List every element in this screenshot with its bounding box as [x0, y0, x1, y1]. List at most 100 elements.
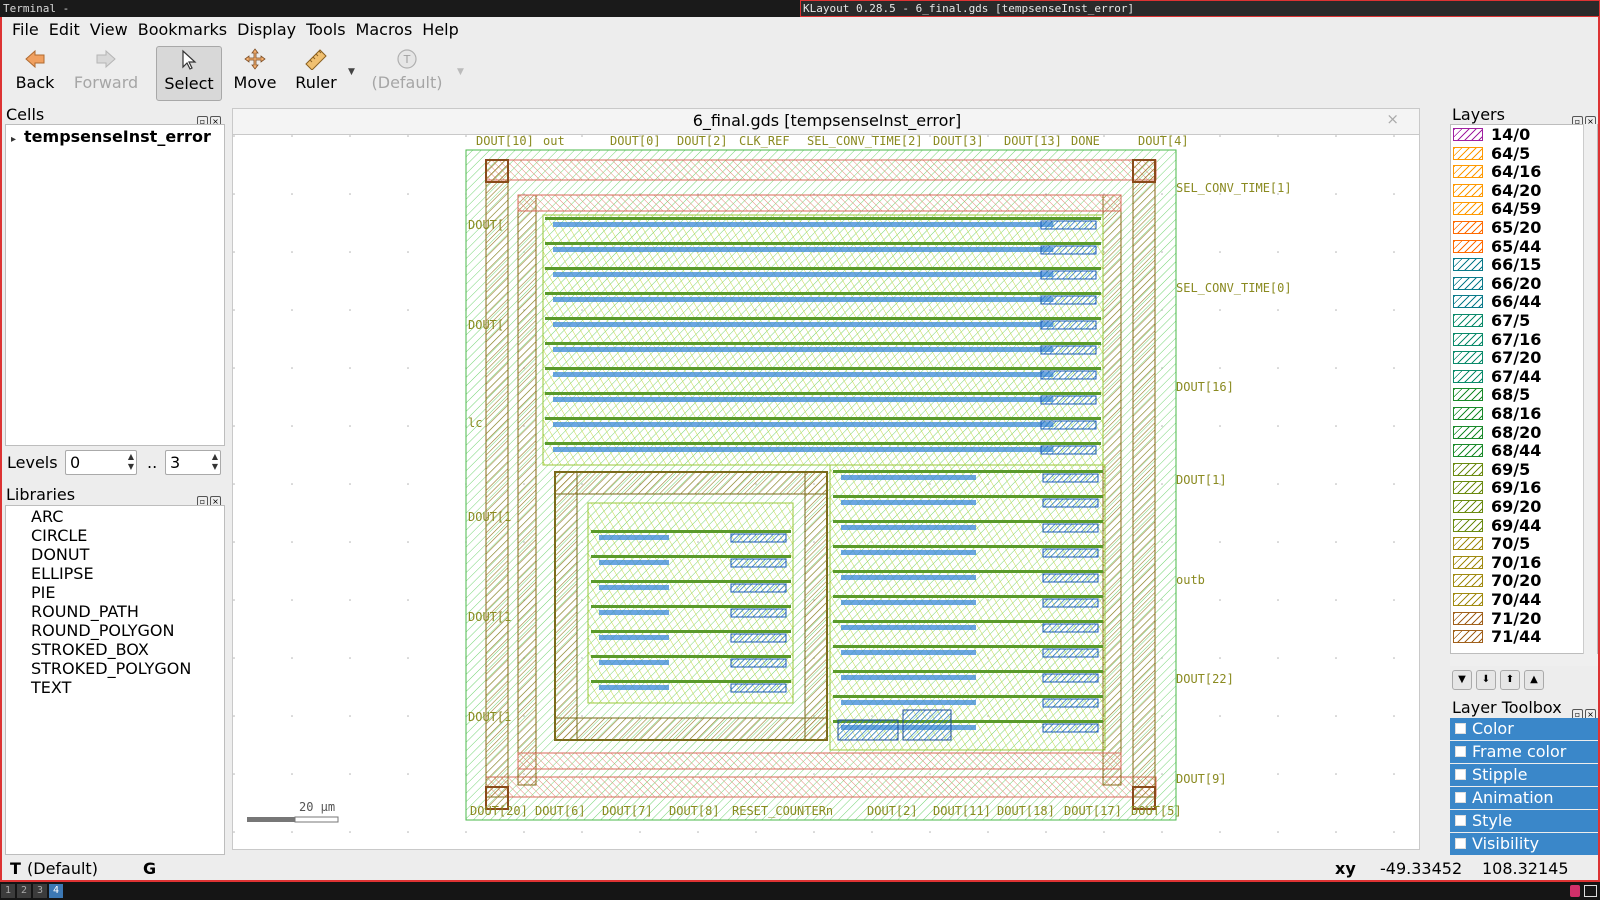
layer-swatch-icon[interactable]	[1453, 332, 1483, 346]
cells-panel-dock-controls[interactable]: ▫ ×	[197, 109, 223, 127]
layer-swatch-icon[interactable]	[1453, 555, 1483, 569]
layer-swatch-icon[interactable]	[1453, 221, 1483, 234]
levels-from-spinbox[interactable]: 0 ▲ ▼	[65, 450, 137, 475]
layer-row[interactable]: 65/20	[1451, 218, 1581, 237]
layer-swatch-icon[interactable]	[1453, 388, 1483, 402]
library-item[interactable]: DONUT	[31, 545, 89, 564]
layer-row[interactable]: 64/20	[1451, 181, 1581, 200]
toolbox-style[interactable]: Style	[1450, 810, 1598, 832]
library-item[interactable]: ARC	[31, 507, 63, 526]
move-top-icon[interactable]: ▲	[1524, 670, 1544, 690]
library-item[interactable]: ROUND_PATH	[31, 602, 139, 621]
layer-row[interactable]: 68/20	[1451, 423, 1581, 442]
menu-tools[interactable]: Tools	[304, 17, 351, 42]
layer-swatch-icon[interactable]	[1453, 258, 1483, 272]
layer-swatch-icon[interactable]	[1453, 295, 1483, 309]
layer-swatch-icon[interactable]	[1453, 202, 1483, 216]
workspace-button[interactable]: 2	[17, 884, 31, 898]
layout-canvas[interactable]: DOUT[10] out DOUT[0] DOUT[2] CLK_REF SEL…	[232, 134, 1420, 850]
layer-swatch-icon[interactable]	[1453, 407, 1483, 420]
layer-swatch-icon[interactable]	[1453, 518, 1483, 532]
back-button[interactable]: Back	[8, 46, 62, 101]
workspace-button-active[interactable]: 4	[49, 884, 63, 898]
layer-row[interactable]: 66/20	[1451, 274, 1581, 293]
layer-row[interactable]: 66/15	[1451, 255, 1581, 274]
menu-file[interactable]: File	[10, 17, 45, 42]
layer-swatch-icon[interactable]	[1453, 351, 1483, 365]
terminal-window-title[interactable]: Terminal -	[0, 0, 800, 17]
layer-row[interactable]: 70/44	[1451, 590, 1581, 609]
layer-swatch-icon[interactable]	[1453, 128, 1483, 141]
expand-checkbox-icon[interactable]	[1455, 792, 1466, 803]
ruler-dropdown-arrow-icon[interactable]: ▼	[348, 67, 355, 77]
libraries-panel-dock-controls[interactable]: ▫ ×	[197, 489, 223, 507]
expand-checkbox-icon[interactable]	[1455, 723, 1466, 734]
layer-swatch-icon[interactable]	[1453, 611, 1483, 625]
move-down-icon[interactable]: ▼	[1452, 670, 1472, 690]
layer-swatch-icon[interactable]	[1453, 462, 1483, 476]
layout-view-tab[interactable]: 6_final.gds [tempsenseInst_error] ×	[232, 108, 1420, 134]
menu-edit[interactable]: Edit	[47, 17, 86, 42]
layer-swatch-icon[interactable]	[1453, 444, 1483, 458]
library-item[interactable]: TEXT	[31, 678, 71, 697]
layer-row[interactable]: 68/5	[1451, 385, 1581, 404]
layer-row[interactable]: 67/44	[1451, 367, 1581, 386]
expand-checkbox-icon[interactable]	[1455, 769, 1466, 780]
layer-swatch-icon[interactable]	[1453, 500, 1483, 513]
layer-row[interactable]: 70/16	[1451, 553, 1581, 572]
layer-swatch-icon[interactable]	[1453, 425, 1483, 439]
layer-row[interactable]: 68/44	[1451, 441, 1581, 460]
library-item[interactable]: PIE	[31, 583, 55, 602]
layer-row[interactable]: 68/16	[1451, 404, 1581, 423]
layer-swatch-icon[interactable]	[1453, 314, 1483, 327]
layer-row[interactable]: 71/44	[1451, 627, 1581, 646]
expand-checkbox-icon[interactable]	[1455, 838, 1466, 849]
spin-arrows-icon[interactable]: ▲ ▼	[212, 452, 218, 472]
library-item[interactable]: ROUND_POLYGON	[31, 621, 174, 640]
cell-tree-item-root[interactable]: ▸ tempsenseInst_error	[11, 127, 211, 146]
layer-row[interactable]: 69/5	[1451, 460, 1581, 479]
layer-row[interactable]: 65/44	[1451, 237, 1581, 256]
menu-bookmarks[interactable]: Bookmarks	[136, 17, 233, 42]
layer-swatch-icon[interactable]	[1453, 165, 1483, 179]
layer-swatch-icon[interactable]	[1453, 481, 1483, 495]
menu-macros[interactable]: Macros	[354, 17, 419, 42]
toolbox-visibility[interactable]: Visibility	[1450, 833, 1598, 855]
layer-row[interactable]: 64/5	[1451, 144, 1581, 163]
layer-row[interactable]: 64/16	[1451, 162, 1581, 181]
layer-row[interactable]: 14/0	[1451, 125, 1581, 144]
layer-row[interactable]: 70/5	[1451, 534, 1581, 553]
move-bottom-icon[interactable]: ⬇	[1476, 670, 1496, 690]
ruler-button[interactable]: Ruler	[288, 46, 344, 101]
layer-list[interactable]: 14/0 64/5 64/16 64/20 64/59 65/20 65/44 66/15 66…	[1450, 124, 1598, 654]
klayout-window-title[interactable]: KLayout 0.28.5 - 6_final.gds [tempsenseI…	[800, 0, 1600, 17]
library-list[interactable]: ARC CIRCLE DONUT ELLIPSE PIE ROUND_PATH …	[5, 505, 225, 855]
layer-row[interactable]: 69/20	[1451, 497, 1581, 516]
layer-swatch-icon[interactable]	[1453, 369, 1483, 383]
tray-app-icon[interactable]	[1570, 885, 1580, 897]
template-dropdown-arrow-icon[interactable]: ▼	[457, 67, 464, 77]
layer-row[interactable]: 67/16	[1451, 330, 1581, 349]
workspace-button[interactable]: 1	[1, 884, 15, 898]
spin-arrows-icon[interactable]: ▲ ▼	[128, 452, 134, 472]
layer-swatch-icon[interactable]	[1453, 146, 1483, 160]
layer-swatch-icon[interactable]	[1453, 574, 1483, 588]
forward-button[interactable]: Forward	[68, 46, 144, 101]
cell-tree[interactable]: ▸ tempsenseInst_error	[5, 124, 225, 446]
select-button[interactable]: Select	[156, 46, 222, 101]
move-up-icon[interactable]: ⬆	[1500, 670, 1520, 690]
layer-swatch-icon[interactable]	[1453, 630, 1483, 644]
move-button[interactable]: Move	[228, 46, 282, 101]
toolbox-frame-color[interactable]: Frame color	[1450, 741, 1598, 763]
toolbox-stipple[interactable]: Stipple	[1450, 764, 1598, 786]
layer-row[interactable]: 69/16	[1451, 478, 1581, 497]
library-item[interactable]: CIRCLE	[31, 526, 87, 545]
levels-to-spinbox[interactable]: 3 ▲ ▼	[165, 450, 221, 475]
expand-checkbox-icon[interactable]	[1455, 746, 1466, 757]
layer-row[interactable]: 66/44	[1451, 292, 1581, 311]
layer-row[interactable]: 69/44	[1451, 516, 1581, 535]
layers-hscrollbar[interactable]	[1450, 654, 1598, 666]
layer-row[interactable]: 71/20	[1451, 609, 1581, 628]
layer-swatch-icon[interactable]	[1453, 537, 1483, 551]
layer-swatch-icon[interactable]	[1453, 183, 1483, 197]
